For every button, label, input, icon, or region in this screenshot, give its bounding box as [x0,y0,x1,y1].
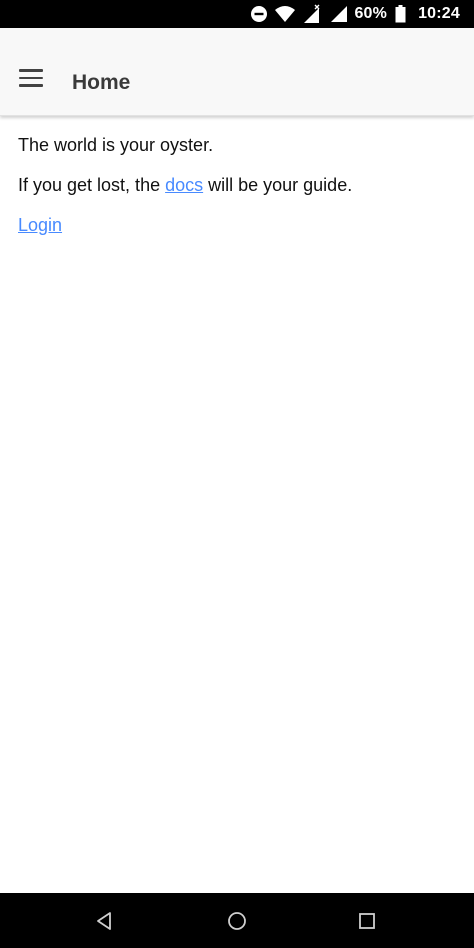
docs-text-before: If you get lost, the [18,175,166,195]
wifi-icon [274,5,296,23]
do-not-disturb-icon [250,5,268,23]
docs-text-after: will be your guide. [203,175,353,195]
status-icons: 60% 10:24 [250,0,460,28]
login-link[interactable]: Login [18,215,62,235]
page-title: Home [72,71,131,94]
intro-text: The world is your oyster. [18,135,214,155]
battery-percent: 60% [354,5,388,22]
system-nav-bar [0,893,474,948]
app-bar: Home [0,28,474,116]
screen: 60% 10:24 Home The world is your oyster.… [0,0,474,948]
recents-icon[interactable] [351,905,383,937]
status-time: 10:24 [418,5,460,22]
docs-text: If you get lost, the docs will be your g… [18,174,352,196]
home-icon[interactable] [221,905,253,937]
login-row: Login [18,214,62,236]
back-icon[interactable] [89,905,121,937]
docs-link[interactable]: docs [165,175,203,195]
signal-icon [302,4,324,24]
hamburger-menu-icon[interactable] [16,66,46,90]
battery-icon [395,5,406,23]
status-bar: 60% 10:24 [0,0,474,28]
signal-strength-icon [330,5,348,23]
